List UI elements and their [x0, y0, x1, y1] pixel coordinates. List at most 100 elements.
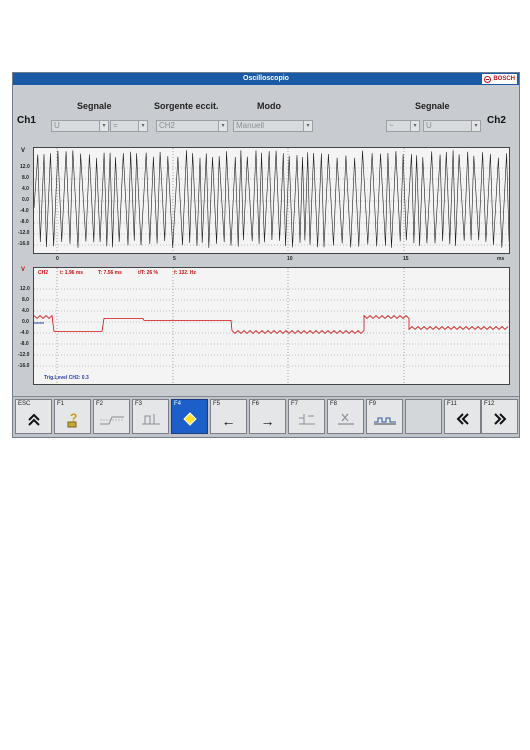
scope1-y-unit: V	[21, 148, 26, 154]
ch1-trace	[34, 150, 509, 248]
key-label: F11	[447, 401, 457, 407]
f6-key[interactable]: F6 →	[249, 399, 286, 434]
empty-key	[405, 399, 442, 434]
chevron-down-icon[interactable]: ▾	[218, 121, 227, 131]
brand-logo: BOSCH	[482, 74, 517, 84]
f11-key[interactable]: F11	[444, 399, 481, 434]
scope1-x-tick: 0	[56, 256, 59, 262]
scope2-y-tick: -16.0	[18, 363, 30, 369]
help-icon: ?	[55, 411, 90, 431]
scope1-y-tick: 0.0	[22, 197, 29, 203]
brand-name: BOSCH	[493, 76, 515, 82]
f7-key[interactable]: F7	[288, 399, 325, 434]
f2-key[interactable]: F2	[93, 399, 130, 434]
ch1-source-value: CH2	[159, 121, 176, 130]
scope1-y-tick: 4.0	[22, 186, 29, 192]
ch2-coupling-select[interactable]: ~ ▾	[386, 120, 420, 132]
chevron-down-icon[interactable]: ▾	[99, 121, 108, 131]
scope1-y-tick: -8.0	[20, 219, 29, 225]
f4-key[interactable]: F4	[171, 399, 208, 434]
scope2-y-tick: -4.0	[20, 330, 29, 336]
ch1-coupling-select[interactable]: = ▾	[110, 120, 148, 132]
ch1-signal-header: Segnale	[77, 101, 112, 111]
ch1-mode-header: Modo	[257, 101, 281, 111]
ch2-coupling-value: ~	[389, 121, 394, 130]
scope2-y-unit: V	[21, 267, 26, 273]
key-label: F2	[96, 401, 104, 407]
trigger-level-readout: Trig.Level CH2: 0.3	[44, 375, 89, 381]
key-label: F6	[252, 401, 260, 407]
ch1-mode-value: Manuell	[236, 121, 265, 130]
measure-duty-cycle: t/T: 26 %	[138, 270, 159, 276]
function-key-bar: ESC F1 ? F2 F3 F4 F5 ← F6 → F7 F8 F9 F11…	[13, 396, 519, 437]
f5-key[interactable]: F5 ←	[210, 399, 247, 434]
scope1-x-tick: 15	[403, 256, 409, 262]
double-chevron-up-icon	[16, 411, 51, 431]
measure-pulse-width: t: 1.96 ms	[60, 270, 84, 276]
arrow-right-icon: →	[260, 413, 275, 429]
ch2-waveform-plot	[34, 268, 509, 384]
trigger-level-icon	[133, 411, 168, 431]
ch1-signal-select[interactable]: U ▾	[51, 120, 109, 132]
ch1-source-select[interactable]: CH2 ▾	[156, 120, 228, 132]
f8-key[interactable]: F8	[327, 399, 364, 434]
oscilloscope-window: Oscilloscopio BOSCH Ch1 Ch2 Segnale Sorg…	[12, 72, 520, 438]
ch1-label: Ch1	[17, 115, 36, 126]
ch1-waveform-plot	[34, 148, 509, 253]
key-label: ESC	[18, 401, 31, 407]
scope2-y-tick: 12.0	[20, 286, 30, 292]
f9-key[interactable]: F9	[366, 399, 403, 434]
f12-key[interactable]: F12	[481, 399, 518, 434]
double-chevron-right-icon	[482, 411, 517, 431]
scope2-y-tick: -8.0	[20, 341, 29, 347]
f1-help-key[interactable]: F1 ?	[54, 399, 91, 434]
scope1-y-tick: 12.0	[20, 164, 30, 170]
ch2-scope-display[interactable]: CH2 t: 1.96 ms T: 7.56 ms t/T: 26 % f: 1…	[33, 267, 510, 385]
ch1-source-header: Sorgente eccit.	[154, 101, 219, 111]
scope1-y-tick: -4.0	[20, 208, 29, 214]
f3-key[interactable]: F3	[132, 399, 169, 434]
ch1-mode-select[interactable]: Manuell ▾	[233, 120, 313, 132]
key-label: F8	[330, 401, 338, 407]
chevron-down-icon[interactable]: ▾	[410, 121, 419, 131]
scope1-y-tick: 8.0	[22, 175, 29, 181]
scope2-y-tick: 4.0	[22, 308, 29, 314]
scope1-y-tick: -16.0	[18, 241, 30, 247]
ch1-scope-display[interactable]	[33, 147, 510, 254]
key-label: F3	[135, 401, 143, 407]
ch2-signal-header: Segnale	[415, 101, 450, 111]
window-title: Oscilloscopio	[243, 75, 289, 82]
chevron-down-icon[interactable]: ▾	[471, 121, 480, 131]
key-label: F9	[369, 401, 377, 407]
scope2-y-tick: 0.0	[22, 319, 29, 325]
measure-x-icon	[328, 411, 363, 431]
ch2-trace	[34, 314, 509, 334]
title-bar: Oscilloscopio BOSCH	[13, 73, 519, 85]
ch1-coupling-value: =	[113, 121, 118, 130]
measure-frequency: f: 132. Hz	[174, 270, 196, 276]
ch2-signal-value: U	[426, 121, 432, 130]
key-label: F7	[291, 401, 299, 407]
trigger-edge-icon	[94, 411, 129, 431]
signal-icon	[367, 411, 402, 431]
scope1-x-tick: 5	[173, 256, 176, 262]
chevron-down-icon[interactable]: ▾	[303, 121, 312, 131]
measure-period: T: 7.56 ms	[98, 270, 122, 276]
key-label: F4	[174, 401, 182, 407]
chevron-down-icon[interactable]: ▾	[138, 121, 147, 131]
ch1-signal-value: U	[54, 121, 60, 130]
double-chevron-left-icon	[445, 411, 480, 431]
svg-text:?: ?	[70, 411, 77, 425]
diamond-icon	[172, 411, 207, 431]
ch2-label: Ch2	[487, 115, 506, 126]
key-label: F12	[484, 401, 495, 407]
bosch-logo-icon	[484, 75, 492, 83]
esc-key[interactable]: ESC	[15, 399, 52, 434]
scope1-y-tick: -12.0	[18, 230, 30, 236]
key-label: F1	[57, 401, 65, 407]
scope2-y-tick: -12.0	[18, 352, 30, 358]
ch2-signal-select[interactable]: U ▾	[423, 120, 481, 132]
measure-channel: CH2	[38, 270, 49, 276]
scope2-y-tick: 8.0	[22, 297, 29, 303]
scope1-x-tick: 10	[287, 256, 293, 262]
